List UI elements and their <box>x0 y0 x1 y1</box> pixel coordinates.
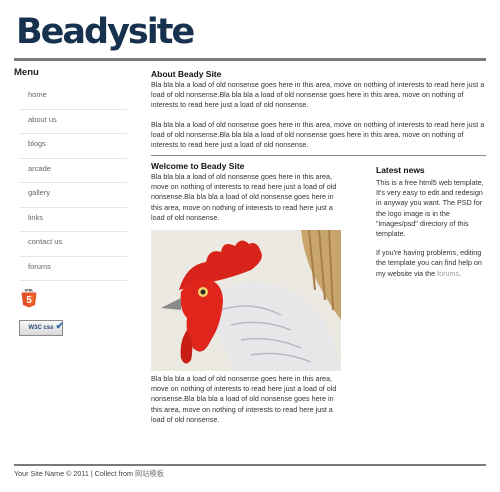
nav-item-home[interactable]: home <box>19 85 127 110</box>
about-paragraph-2: Bla bla bla a load of old nonsense goes … <box>151 119 485 150</box>
menu-title: Menu <box>14 67 39 78</box>
footer: Your Site Name © 2011 | Collect from 网站模… <box>14 469 164 479</box>
latest-news-heading: Latest news <box>376 165 425 175</box>
nav-item-links[interactable]: links <box>19 208 127 232</box>
welcome-paragraph-2: Bla bla bla a load of old nonsense goes … <box>151 374 337 424</box>
nav-item-forums[interactable]: forums <box>19 257 127 281</box>
rooster-image <box>151 230 341 371</box>
html5-icon[interactable]: HTML 5 <box>20 288 38 308</box>
nav-item-arcade[interactable]: arcade <box>19 159 127 183</box>
footer-rule <box>14 464 486 466</box>
welcome-section-continued: Bla bla bla a load of old nonsense goes … <box>151 374 346 425</box>
sidebar-nav: home about us blogs arcade gallery links… <box>19 85 127 281</box>
about-heading: About Beady Site <box>151 69 222 79</box>
footer-link[interactable]: 网站模板 <box>135 469 164 478</box>
nav-item-contact-us[interactable]: contact us <box>19 232 127 257</box>
nav-item-blogs[interactable]: blogs <box>19 134 127 159</box>
about-paragraph-1: Bla bla bla a load of old nonsense goes … <box>151 80 485 110</box>
latest-news: Latest news This is a free html5 web tem… <box>376 165 486 279</box>
about-section: About Beady Site Bla bla bla a load of o… <box>151 69 486 150</box>
header-rule <box>14 58 486 61</box>
nav-item-gallery[interactable]: gallery <box>19 183 127 208</box>
latest-news-paragraph-2-text: If you're having problems, editing the t… <box>376 248 482 278</box>
html5-badge-label: HTML <box>25 289 34 293</box>
checkmark-icon: ✔ <box>55 321 64 332</box>
welcome-section: Welcome to Beady Site Bla bla bla a load… <box>151 161 346 223</box>
latest-news-paragraph-1: This is a free html5 web template, It's … <box>376 178 484 239</box>
latest-news-paragraph-2-end: . <box>459 268 462 278</box>
welcome-heading: Welcome to Beady Site <box>151 161 245 171</box>
forums-link[interactable]: forums <box>437 269 459 278</box>
content-divider <box>151 155 486 156</box>
latest-news-paragraph-2: If you're having problems, editing the t… <box>376 248 486 279</box>
welcome-paragraph-1: Bla bla bla a load of old nonsense goes … <box>151 172 337 222</box>
site-logo[interactable]: Beadysite <box>16 10 195 54</box>
footer-copyright: Your Site Name © 2011 | Collect from <box>14 469 136 478</box>
w3c-badge-label: W3C css <box>28 325 54 331</box>
nav-item-about-us[interactable]: about us <box>19 110 127 134</box>
w3c-css-badge[interactable]: W3C css ✔ <box>19 320 64 336</box>
svg-text:5: 5 <box>26 295 32 306</box>
